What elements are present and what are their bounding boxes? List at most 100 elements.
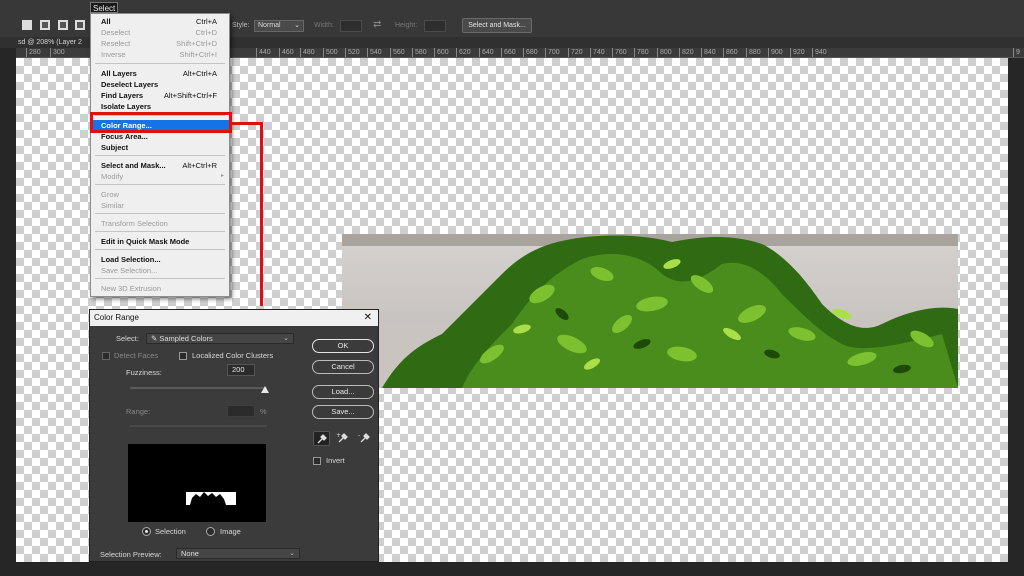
ruler-tick: 480 [300, 48, 315, 57]
menu-item-label: Save Selection... [101, 266, 158, 275]
menu-item-isolate-layers[interactable]: Isolate Layers [91, 101, 229, 112]
select-label: Select: [116, 334, 139, 343]
selection-preview [128, 444, 266, 522]
ruler-tick: 860 [723, 48, 738, 57]
menu-item-label: Load Selection... [101, 255, 161, 264]
chevron-down-icon: ⌄ [283, 335, 289, 342]
width-field[interactable] [340, 20, 362, 32]
chevron-down-icon: ⌄ [289, 550, 295, 557]
photoshop-window: Select Style: Normal ⌄ Width: ⇄ Height: … [0, 0, 1024, 576]
localized-clusters-label: Localized Color Clusters [192, 351, 274, 360]
menu-item-select-and-mask[interactable]: Select and Mask... Alt+Ctrl+R [91, 160, 229, 171]
swap-icon[interactable]: ⇄ [373, 19, 381, 30]
ruler-tick: 280 [26, 48, 41, 57]
ruler-tick: 840 [701, 48, 716, 57]
save-button[interactable]: Save... [312, 405, 374, 419]
ruler-tick: 940 [812, 48, 827, 57]
fuzziness-slider-thumb[interactable] [261, 386, 269, 393]
detect-faces-checkbox[interactable] [102, 352, 110, 360]
select-dropdown[interactable]: ✎ Sampled Colors ⌄ [146, 333, 294, 344]
plant-photo [342, 234, 958, 388]
menu-item-label: Reselect [101, 39, 131, 48]
menu-item-grow: Grow [91, 189, 229, 200]
menu-item-shortcut: Alt+Ctrl+R [182, 161, 217, 170]
ruler-tick: 660 [501, 48, 516, 57]
ruler-tick: 580 [412, 48, 427, 57]
menu-item-label: All [101, 17, 111, 26]
menu-item-label: Find Layers [101, 91, 144, 100]
detect-faces-label: Detect Faces [114, 351, 159, 360]
menu-item-edit-in-quick-mask-mode[interactable]: Edit in Quick Mask Mode [91, 236, 229, 247]
selection-preview-dropdown[interactable]: None ⌄ [176, 548, 300, 559]
menu-item-similar: Similar [91, 200, 229, 211]
ruler-tick: 520 [345, 48, 360, 57]
range-input[interactable] [227, 405, 255, 417]
menu-item-all[interactable]: All Ctrl+A [91, 16, 229, 27]
subtract-from-selection-icon[interactable] [58, 20, 68, 30]
svg-text:-: - [358, 432, 360, 439]
menu-separator [95, 155, 225, 156]
ok-button[interactable]: OK [312, 339, 374, 353]
menu-item-subject[interactable]: Subject [91, 142, 229, 153]
add-to-selection-icon[interactable] [40, 20, 50, 30]
annotation-highlight-box [90, 112, 232, 133]
menu-item-label: Deselect Layers [101, 80, 159, 89]
width-label: Width: [314, 22, 334, 29]
ruler-tick: 760 [612, 48, 627, 57]
eyedropper-icon [317, 434, 327, 444]
height-field[interactable] [424, 20, 446, 32]
menu-item-label: Focus Area... [101, 132, 148, 141]
menu-item-label: Grow [101, 190, 119, 199]
select-value: Sampled Colors [159, 334, 213, 343]
menu-separator [95, 249, 225, 250]
ruler-tick: 920 [790, 48, 805, 57]
ruler-tick: 900 [768, 48, 783, 57]
style-dropdown[interactable]: Normal ⌄ [254, 20, 304, 32]
fuzziness-slider[interactable] [130, 387, 267, 389]
add-to-sample-tool[interactable]: + [335, 431, 352, 446]
selection-preview-value: None [181, 549, 199, 558]
menu-item-all-layers[interactable]: All Layers Alt+Ctrl+A [91, 68, 229, 79]
menu-item-new-3d-extrusion: New 3D Extrusion [91, 283, 229, 294]
menu-item-load-selection[interactable]: Load Selection... [91, 254, 229, 265]
chevron-right-icon: ▸ [220, 173, 224, 179]
intersect-selection-icon[interactable] [75, 20, 85, 30]
localized-clusters-checkbox[interactable] [179, 352, 187, 360]
dialog-title-bar[interactable]: Color Range ✕ [90, 310, 378, 326]
style-label: Style: [232, 22, 250, 29]
load-button[interactable]: Load... [312, 385, 374, 399]
document-tab[interactable]: sd @ 208% (Layer 2 [18, 37, 82, 48]
menu-separator [95, 278, 225, 279]
ruler-tick: 820 [679, 48, 694, 57]
menu-separator [95, 184, 225, 185]
invert-checkbox[interactable] [313, 457, 321, 465]
ruler-tick: 560 [390, 48, 405, 57]
range-slider[interactable] [130, 425, 267, 427]
menu-item-find-layers[interactable]: Find Layers Alt+Shift+Ctrl+F [91, 90, 229, 101]
menu-item-shortcut: Shift+Ctrl+I [179, 50, 217, 59]
select-and-mask-button[interactable]: Select and Mask... [462, 18, 532, 33]
menu-item-label: Transform Selection [101, 219, 168, 228]
color-range-dialog: Color Range ✕ Select: ✎ Sampled Colors ⌄… [89, 309, 379, 562]
fuzziness-input[interactable]: 200 [227, 364, 255, 376]
image-radio[interactable] [206, 527, 215, 536]
close-icon[interactable]: ✕ [364, 310, 372, 326]
selection-radio[interactable] [142, 527, 151, 536]
ruler-tick: 880 [746, 48, 761, 57]
menu-item-label: Select and Mask... [101, 161, 166, 170]
ruler-tick: 440 [256, 48, 271, 57]
menu-item-deselect-layers[interactable]: Deselect Layers [91, 79, 229, 90]
image-radio-label: Image [220, 527, 241, 536]
eyedropper-tool[interactable] [313, 431, 330, 446]
select-menu-title[interactable]: Select [90, 2, 119, 13]
ruler-tick: 720 [568, 48, 583, 57]
menu-item-deselect: Deselect Ctrl+D [91, 27, 229, 38]
ruler-tick: 740 [590, 48, 605, 57]
cancel-button[interactable]: Cancel [312, 360, 374, 374]
subtract-from-sample-tool[interactable]: - [357, 431, 374, 446]
menu-item-label: Subject [101, 143, 129, 152]
ruler-tick: 620 [456, 48, 471, 57]
new-selection-icon[interactable] [22, 20, 32, 30]
menu-item-label: Isolate Layers [101, 102, 152, 111]
annotation-connector [231, 122, 263, 125]
